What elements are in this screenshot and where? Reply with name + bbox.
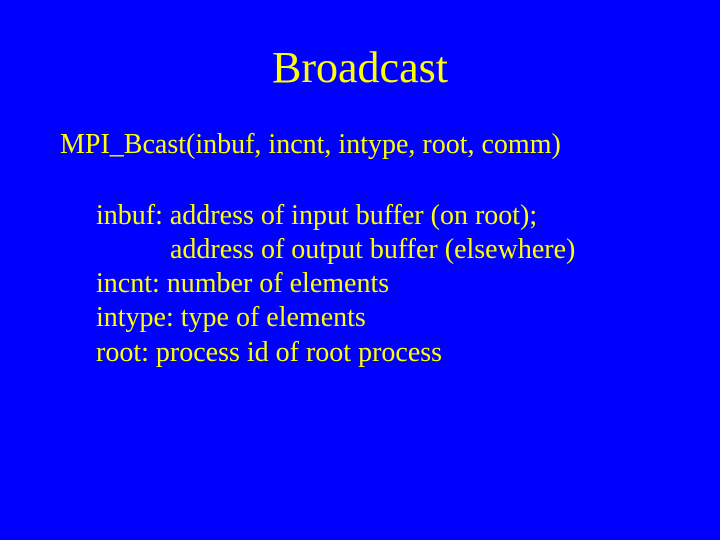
function-signature: MPI_Bcast(inbuf, incnt, intype, root, co… bbox=[50, 129, 670, 161]
parameter-list: inbuf: address of input buffer (on root)… bbox=[50, 199, 670, 370]
param-incnt: incnt: number of elements bbox=[96, 267, 670, 301]
param-root: root: process id of root process bbox=[96, 336, 670, 370]
slide: Broadcast MPI_Bcast(inbuf, incnt, intype… bbox=[0, 0, 720, 540]
slide-title: Broadcast bbox=[50, 42, 670, 93]
param-inbuf-line2: address of output buffer (elsewhere) bbox=[96, 233, 670, 267]
param-intype: intype: type of elements bbox=[96, 301, 670, 335]
param-inbuf-line1: inbuf: address of input buffer (on root)… bbox=[96, 199, 670, 233]
